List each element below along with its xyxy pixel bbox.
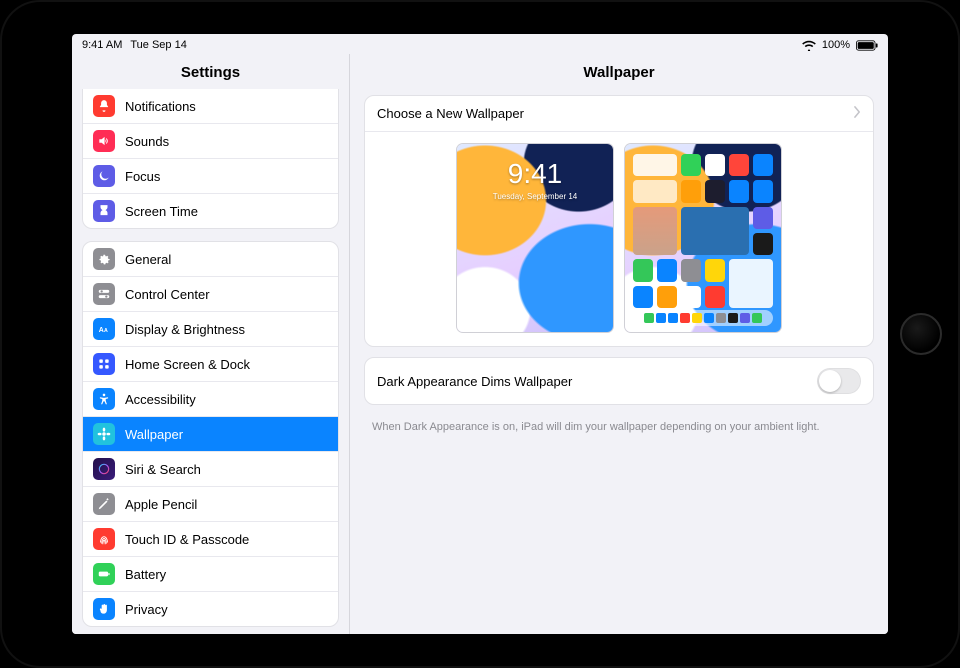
sidebar-item-privacy[interactable]: Privacy — [83, 592, 338, 626]
screen: 9:41 AM Tue Sep 14 100% Settings — [72, 34, 888, 634]
sidebar-item-label: Screen Time — [125, 204, 198, 219]
main-panel: Wallpaper Choose a New Wallpaper — [350, 54, 888, 634]
dark-appearance-row: Dark Appearance Dims Wallpaper — [365, 358, 873, 404]
wifi-icon — [802, 40, 816, 51]
status-date: Tue Sep 14 — [130, 39, 186, 51]
dark-appearance-footer: When Dark Appearance is on, iPad will di… — [350, 415, 888, 433]
accessibility-icon — [93, 388, 115, 410]
moon-icon — [93, 165, 115, 187]
sidebar-item-label: Apple Pencil — [125, 497, 197, 512]
bell-icon — [93, 95, 115, 117]
sidebar-item-accessibility[interactable]: Accessibility — [83, 382, 338, 417]
sidebar-item-apple-pencil[interactable]: Apple Pencil — [83, 487, 338, 522]
sidebar-item-label: Sounds — [125, 134, 169, 149]
home-button[interactable] — [900, 313, 942, 355]
sidebar-item-label: Focus — [125, 169, 160, 184]
dark-appearance-card: Dark Appearance Dims Wallpaper — [364, 357, 874, 405]
sidebar-item-battery[interactable]: Battery — [83, 557, 338, 592]
lock-screen-clock: 9:41 Tuesday, September 14 — [457, 158, 613, 201]
sidebar-group-general: General Control Center AA Display & Brig… — [82, 241, 339, 627]
status-battery-text: 100% — [822, 39, 850, 51]
settings-sidebar: Settings Notifications Sounds — [72, 54, 350, 634]
sidebar-item-label: Display & Brightness — [125, 322, 245, 337]
sidebar-item-label: Home Screen & Dock — [125, 357, 250, 372]
svg-text:A: A — [99, 327, 104, 334]
status-bar: 9:41 AM Tue Sep 14 100% — [72, 34, 888, 54]
sidebar-item-wallpaper[interactable]: Wallpaper — [83, 417, 338, 452]
gear-icon — [93, 248, 115, 270]
choose-new-wallpaper-label: Choose a New Wallpaper — [377, 106, 524, 121]
lock-date-text: Tuesday, September 14 — [457, 192, 613, 201]
status-time: 9:41 AM — [82, 39, 122, 51]
fingerprint-icon — [93, 528, 115, 550]
flower-icon — [93, 423, 115, 445]
home-preview-dock — [633, 310, 773, 326]
battery-settings-icon — [93, 563, 115, 585]
grid-icon — [93, 353, 115, 375]
switches-icon — [93, 283, 115, 305]
sidebar-item-label: Accessibility — [125, 392, 196, 407]
dark-appearance-label: Dark Appearance Dims Wallpaper — [377, 374, 572, 389]
sidebar-item-label: Notifications — [125, 99, 196, 114]
sidebar-item-focus[interactable]: Focus — [83, 159, 338, 194]
lock-screen-preview[interactable]: 9:41 Tuesday, September 14 — [457, 144, 613, 332]
sidebar-item-label: Touch ID & Passcode — [125, 532, 249, 547]
hourglass-icon — [93, 200, 115, 222]
sidebar-item-label: Battery — [125, 567, 166, 582]
sidebar-item-label: Wallpaper — [125, 427, 183, 442]
ipad-frame: 9:41 AM Tue Sep 14 100% Settings — [0, 0, 960, 668]
wallpaper-previews: 9:41 Tuesday, September 14 — [365, 132, 873, 346]
sidebar-item-display-brightness[interactable]: AA Display & Brightness — [83, 312, 338, 347]
home-screen-preview[interactable] — [625, 144, 781, 332]
sidebar-item-control-center[interactable]: Control Center — [83, 277, 338, 312]
text-size-icon: AA — [93, 318, 115, 340]
battery-icon — [856, 40, 878, 51]
svg-text:A: A — [104, 328, 108, 334]
sidebar-item-sounds[interactable]: Sounds — [83, 124, 338, 159]
sidebar-item-label: Siri & Search — [125, 462, 201, 477]
sidebar-item-home-screen-dock[interactable]: Home Screen & Dock — [83, 347, 338, 382]
sidebar-title: Settings — [72, 54, 349, 89]
sidebar-item-notifications[interactable]: Notifications — [83, 89, 338, 124]
sidebar-item-siri-search[interactable]: Siri & Search — [83, 452, 338, 487]
siri-icon — [93, 458, 115, 480]
speaker-icon — [93, 130, 115, 152]
choose-wallpaper-card: Choose a New Wallpaper 9:41 Tuesday, Sep… — [364, 95, 874, 347]
sidebar-item-screen-time[interactable]: Screen Time — [83, 194, 338, 228]
sidebar-item-label: Privacy — [125, 602, 168, 617]
choose-new-wallpaper-row[interactable]: Choose a New Wallpaper — [365, 96, 873, 132]
lock-time-text: 9:41 — [457, 158, 613, 190]
sidebar-item-touch-id-passcode[interactable]: Touch ID & Passcode — [83, 522, 338, 557]
pencil-icon — [93, 493, 115, 515]
chevron-right-icon — [854, 106, 861, 121]
sidebar-item-label: Control Center — [125, 287, 210, 302]
page-title: Wallpaper — [350, 54, 888, 95]
dark-appearance-toggle[interactable] — [817, 368, 861, 394]
sidebar-group-notifications: Notifications Sounds Focus — [82, 89, 339, 229]
sidebar-item-label: General — [125, 252, 171, 267]
home-preview-grid — [633, 154, 773, 308]
sidebar-item-general[interactable]: General — [83, 242, 338, 277]
hand-icon — [93, 598, 115, 620]
